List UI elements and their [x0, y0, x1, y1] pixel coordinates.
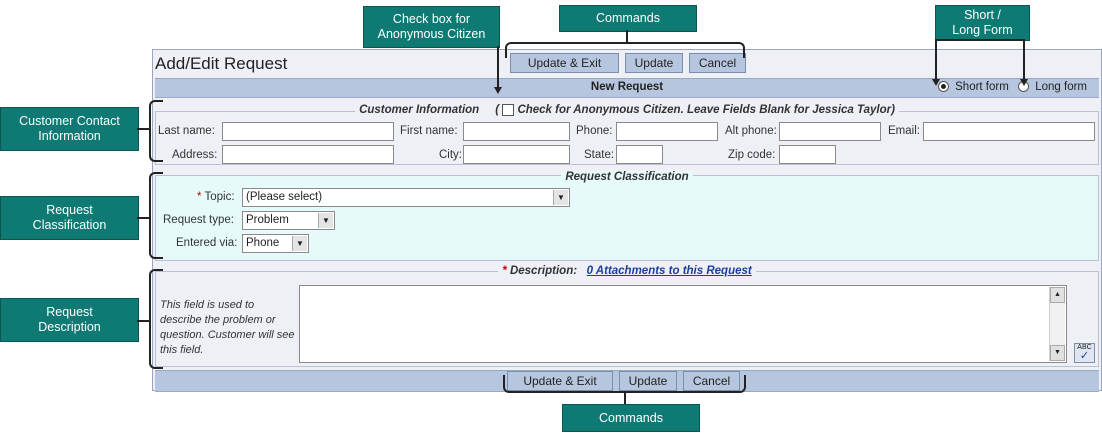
- first-name-input[interactable]: [463, 122, 570, 141]
- zip-code-input[interactable]: [779, 145, 836, 164]
- description-scrollbar[interactable]: ▲ ▼: [1049, 287, 1065, 361]
- short-long-connector: [935, 39, 1025, 41]
- entered-via-select[interactable]: Phone ▼: [242, 234, 309, 253]
- new-request-bar: New Request Short form Long form: [155, 78, 1099, 98]
- state-label: State:: [584, 149, 615, 161]
- callout-customer-contact: Customer Contact Information: [0, 107, 139, 151]
- customer-contact-bracket: [149, 100, 163, 162]
- description-bracket: [149, 269, 163, 369]
- callout-anonymous-checkbox: Check box for Anonymous Citizen: [363, 6, 500, 48]
- email-label: Email:: [888, 125, 920, 137]
- description-required-mark: *: [502, 265, 507, 277]
- description-legend: * Description: 0 Attachments to this Req…: [156, 265, 1098, 277]
- long-form-label[interactable]: Long form: [1035, 81, 1087, 93]
- callout-commands-bottom: Commands: [562, 404, 700, 432]
- request-type-select[interactable]: Problem ▼: [242, 211, 335, 230]
- form-mode-toggle: Short form Long form: [937, 81, 1087, 93]
- address-label: Address:: [172, 149, 218, 161]
- description-section: * Description: 0 Attachments to this Req…: [155, 265, 1099, 367]
- spell-check-icon[interactable]: ABC ✓: [1074, 343, 1095, 363]
- customer-information-title: Customer Information: [359, 104, 480, 117]
- long-form-arrow-head: [1020, 79, 1028, 86]
- topic-label: * Topic:: [197, 191, 235, 203]
- callout-request-classification: Request Classification: [0, 196, 139, 240]
- classification-bracket: [149, 172, 163, 259]
- phone-input[interactable]: [616, 122, 718, 141]
- customer-contact-connector: [137, 128, 150, 130]
- attachments-link[interactable]: 0 Attachments to this Request: [587, 265, 752, 277]
- bottom-commands-bracket: [503, 375, 746, 393]
- short-form-arrow-line: [935, 39, 937, 80]
- state-input[interactable]: [616, 145, 663, 164]
- description-label: Description:: [509, 265, 578, 277]
- callout-request-description: Request Description: [0, 298, 139, 342]
- customer-information-section: Customer Information ( Check for Anonymo…: [155, 104, 1099, 165]
- description-connector: [137, 320, 150, 322]
- request-classification-legend: Request Classification: [156, 171, 1098, 183]
- city-label: City:: [439, 149, 462, 161]
- scroll-down-arrow[interactable]: ▼: [1050, 345, 1065, 361]
- entered-via-label: Entered via:: [176, 237, 238, 249]
- bottom-commands-connector: [624, 392, 626, 404]
- short-form-label[interactable]: Short form: [955, 81, 1009, 93]
- request-type-label: Request type:: [163, 214, 234, 226]
- anonymous-citizen-label: Check for Anonymous Citizen. Leave Field…: [517, 104, 895, 117]
- callout-short-long-form: Short / Long Form: [935, 5, 1030, 41]
- address-input[interactable]: [222, 145, 394, 164]
- request-classification-section: Request Classification * Topic: (Please …: [155, 171, 1099, 261]
- request-classification-title: Request Classification: [561, 171, 693, 183]
- anonymous-citizen-checkbox[interactable]: [502, 104, 515, 116]
- short-form-arrow-head: [932, 79, 940, 86]
- anonymous-arrow-line: [497, 46, 499, 88]
- description-help-text: This field is used to describe the probl…: [160, 299, 295, 356]
- last-name-input[interactable]: [222, 122, 394, 141]
- alt-phone-input[interactable]: [779, 122, 881, 141]
- city-input[interactable]: [463, 145, 570, 164]
- zip-code-label: Zip code:: [728, 149, 776, 161]
- callout-commands-top: Commands: [559, 5, 697, 32]
- page-title: Add/Edit Request: [155, 54, 288, 73]
- description-textarea[interactable]: ▲ ▼: [299, 285, 1067, 363]
- add-edit-request-window: Add/Edit Request Update & Exit Update Ca…: [152, 49, 1102, 392]
- first-name-label: First name:: [400, 125, 458, 137]
- topic-select[interactable]: (Please select) ▼: [242, 188, 570, 207]
- scroll-up-arrow[interactable]: ▲: [1050, 287, 1065, 303]
- open-paren: (: [495, 104, 500, 117]
- email-input[interactable]: [923, 122, 1095, 141]
- top-commands-connector: [626, 30, 628, 43]
- anonymous-arrow-head: [494, 87, 502, 94]
- top-commands-bracket: [505, 42, 745, 58]
- alt-phone-label: Alt phone:: [725, 125, 777, 137]
- classification-connector: [137, 217, 150, 219]
- last-name-label: Last name:: [158, 125, 215, 137]
- long-form-arrow-line: [1023, 39, 1025, 80]
- phone-label: Phone:: [576, 125, 613, 137]
- customer-information-legend: Customer Information ( Check for Anonymo…: [156, 104, 1098, 117]
